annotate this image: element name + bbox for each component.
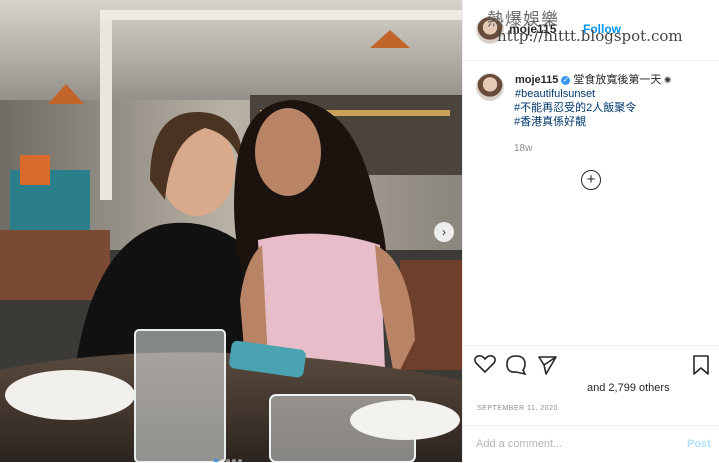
hashtag-1[interactable]: #beautifulsunset bbox=[514, 87, 708, 101]
caption-avatar[interactable] bbox=[476, 73, 504, 101]
share-icon[interactable] bbox=[538, 356, 557, 375]
watermark-url: http://hittt.blogspot.com bbox=[497, 27, 683, 45]
post-sidebar: moje115 Follow moje115 ✓ 堂食放寬後第一天 ✺ #beaut… bbox=[462, 0, 719, 462]
post-photo[interactable]: › bbox=[0, 0, 462, 462]
likes-count[interactable]: and 2,799 others bbox=[587, 382, 670, 394]
sunflower-emoji-icon: ✺ bbox=[661, 75, 672, 85]
carousel-dots bbox=[213, 450, 243, 462]
restaurant-photo bbox=[0, 0, 462, 462]
action-bar bbox=[463, 345, 719, 386]
heart-icon[interactable] bbox=[474, 355, 496, 374]
comment-box: Add a comment... Post bbox=[463, 425, 719, 463]
hashtag-3[interactable]: #香港真係好靚 bbox=[514, 115, 708, 129]
comment-input[interactable]: Add a comment... bbox=[476, 438, 562, 450]
bookmark-icon[interactable] bbox=[693, 355, 709, 375]
caption-username[interactable]: moje115 bbox=[515, 74, 558, 86]
next-photo-button[interactable]: › bbox=[434, 222, 454, 242]
load-more-comments-icon[interactable]: + bbox=[581, 170, 601, 190]
comment-icon[interactable] bbox=[506, 355, 527, 376]
caption: moje115 ✓ 堂食放寬後第一天 ✺ #beautifulsunset #不能再… bbox=[476, 73, 708, 129]
hashtag-2[interactable]: #不能再忍受的2人飯聚令 bbox=[514, 101, 708, 115]
caption-text: 堂食放寬後第一天 bbox=[573, 74, 662, 86]
post-date: SEPTEMBER 11, 2020 bbox=[477, 405, 558, 412]
post-age: 18w bbox=[514, 143, 533, 154]
post-button[interactable]: Post bbox=[687, 438, 711, 450]
verified-icon: ✓ bbox=[561, 75, 571, 85]
